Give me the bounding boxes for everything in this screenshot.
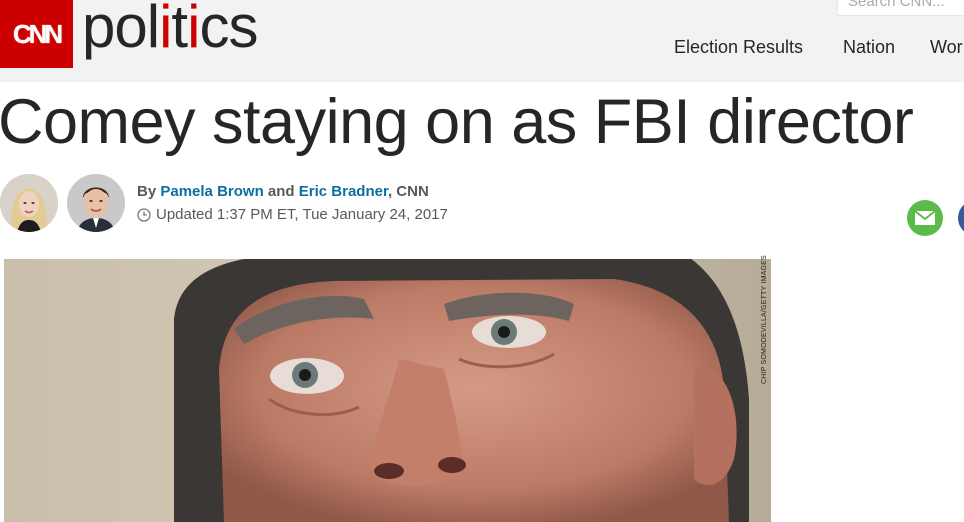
section-title-accent: i bbox=[159, 0, 172, 60]
byline: By Pamela Brown and Eric Bradner, CNN bbox=[137, 183, 429, 200]
photo-credit: CHIP SOMODEVILLA/GETTY IMAGES bbox=[760, 255, 772, 386]
section-title-accent: i bbox=[187, 0, 200, 60]
nav-nation[interactable]: Nation bbox=[843, 37, 895, 58]
byline-prefix: By bbox=[137, 183, 157, 200]
site-header: CNN politics Search CNN... Election Resu… bbox=[0, 0, 964, 82]
updated-timestamp: Updated 1:37 PM ET, Tue January 24, 2017 bbox=[137, 206, 448, 223]
share-email-button[interactable] bbox=[907, 200, 943, 236]
author-link-eric-bradner[interactable]: Eric Bradner bbox=[299, 183, 388, 200]
section-title-part: pol bbox=[82, 0, 160, 60]
author-avatar-pamela-brown[interactable] bbox=[0, 174, 58, 232]
author-link-pamela-brown[interactable]: Pamela Brown bbox=[160, 183, 263, 200]
section-title-politics[interactable]: politics bbox=[82, 0, 258, 61]
photo-credit-text: CHIP SOMODEVILLA/GETTY IMAGES bbox=[761, 255, 768, 384]
email-icon bbox=[914, 210, 936, 225]
article-photo[interactable] bbox=[4, 259, 771, 522]
share-facebook-button[interactable] bbox=[958, 200, 964, 236]
updated-text: Updated 1:37 PM ET, Tue January 24, 2017 bbox=[156, 206, 448, 223]
nav-election-results[interactable]: Election Results bbox=[674, 37, 803, 58]
byline-source: , CNN bbox=[387, 183, 429, 200]
article-headline: Comey staying on as FBI director bbox=[0, 87, 914, 157]
logo-text: CNN bbox=[12, 18, 63, 49]
author-avatar-eric-bradner[interactable] bbox=[67, 174, 125, 232]
cnn-logo[interactable]: CNN bbox=[0, 0, 73, 68]
byline-conjunction: and bbox=[267, 183, 295, 200]
section-title-part: cs bbox=[199, 0, 258, 60]
section-title-part: t bbox=[171, 0, 188, 60]
search-input[interactable]: Search CNN... bbox=[837, 0, 964, 16]
nav-world[interactable]: Wor bbox=[930, 37, 963, 58]
clock-icon bbox=[137, 207, 151, 222]
